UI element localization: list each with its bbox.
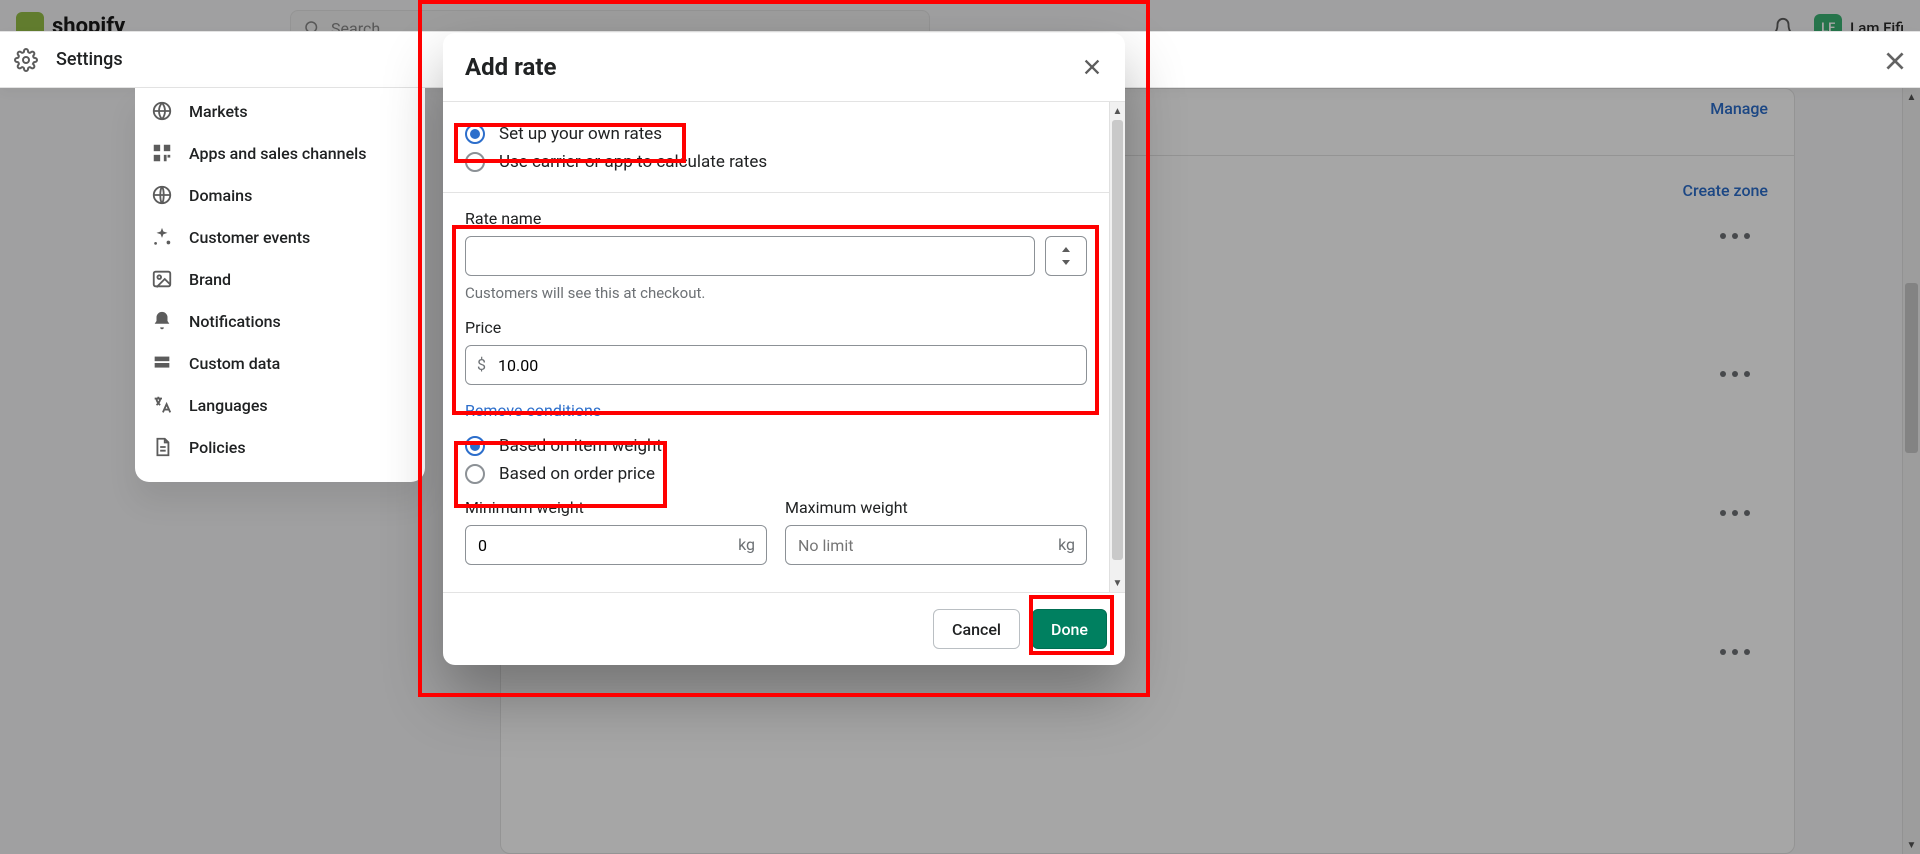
weight-unit: kg [1058, 535, 1075, 554]
add-rate-modal: Add rate Set up your own rates Use carri… [443, 33, 1125, 665]
rate-name-label: Rate name [465, 209, 1087, 228]
sidebar-item-label: Customer events [189, 228, 310, 247]
apps-icon [151, 142, 173, 164]
stack-icon [151, 352, 173, 374]
rate-type-own-radio[interactable]: Set up your own rates [465, 120, 1087, 148]
settings-close-button[interactable] [1882, 48, 1908, 74]
radio-label: Based on item weight [499, 436, 662, 456]
sidebar-item-label: Domains [189, 186, 252, 205]
remove-conditions-link[interactable]: Remove conditions [465, 401, 601, 420]
sidebar-item-languages[interactable]: Languages [135, 384, 425, 426]
done-button[interactable]: Done [1032, 609, 1107, 649]
divider [443, 192, 1109, 193]
rate-name-help: Customers will see this at checkout. [465, 284, 1087, 302]
sidebar-item-policies[interactable]: Policies [135, 426, 425, 468]
sidebar-item-brand[interactable]: Brand [135, 258, 425, 300]
sidebar-item-apps[interactable]: Apps and sales channels [135, 132, 425, 174]
sidebar-item-label: Notifications [189, 312, 281, 331]
radio-label: Based on order price [499, 464, 655, 484]
sidebar-item-notifications[interactable]: Notifications [135, 300, 425, 342]
rate-type-carrier-radio[interactable]: Use carrier or app to calculate rates [465, 148, 1087, 176]
scroll-up-icon[interactable]: ▲ [1110, 102, 1125, 120]
sidebar-item-domains[interactable]: Domains [135, 174, 425, 216]
modal-close-button[interactable] [1081, 56, 1103, 78]
translate-icon [151, 394, 173, 416]
radio-icon [465, 152, 485, 172]
radio-icon [465, 436, 485, 456]
currency-symbol: $ [477, 355, 486, 374]
sidebar-item-label: Markets [189, 102, 248, 121]
radio-icon [465, 464, 485, 484]
max-weight-input[interactable] [785, 525, 1087, 565]
max-weight-label: Maximum weight [785, 498, 1087, 517]
modal-title: Add rate [465, 53, 556, 81]
min-weight-input[interactable] [465, 525, 767, 565]
sidebar-item-label: Brand [189, 270, 231, 289]
scroll-down-icon[interactable]: ▼ [1110, 574, 1125, 592]
rate-name-selector-button[interactable] [1045, 236, 1087, 276]
radio-label: Use carrier or app to calculate rates [499, 152, 767, 172]
settings-title: Settings [56, 49, 123, 70]
bell-icon [151, 310, 173, 332]
gear-icon [14, 48, 38, 72]
settings-sidebar: Markets Apps and sales channels Domains … [135, 88, 425, 482]
weight-unit: kg [738, 535, 755, 554]
radio-icon [465, 124, 485, 144]
domains-icon [151, 184, 173, 206]
sidebar-item-customer-events[interactable]: Customer events [135, 216, 425, 258]
radio-label: Set up your own rates [499, 124, 662, 144]
sidebar-item-label: Languages [189, 396, 268, 415]
sparkle-icon [151, 226, 173, 248]
sort-icon [1060, 247, 1072, 265]
image-icon [151, 268, 173, 290]
modal-scrollbar[interactable]: ▲ ▼ [1109, 102, 1125, 592]
sidebar-item-label: Policies [189, 438, 246, 457]
rate-name-input[interactable] [465, 236, 1035, 276]
sidebar-item-custom-data[interactable]: Custom data [135, 342, 425, 384]
globe-icon [151, 100, 173, 122]
min-weight-label: Minimum weight [465, 498, 767, 517]
condition-price-radio[interactable]: Based on order price [465, 460, 1087, 488]
scroll-thumb[interactable] [1112, 120, 1123, 560]
price-input[interactable] [465, 345, 1087, 385]
sidebar-item-label: Custom data [189, 354, 280, 373]
condition-weight-radio[interactable]: Based on item weight [465, 432, 1087, 460]
document-icon [151, 436, 173, 458]
price-label: Price [465, 318, 1087, 337]
sidebar-item-label: Apps and sales channels [189, 144, 366, 163]
sidebar-item-markets[interactable]: Markets [135, 90, 425, 132]
cancel-button[interactable]: Cancel [933, 609, 1020, 649]
